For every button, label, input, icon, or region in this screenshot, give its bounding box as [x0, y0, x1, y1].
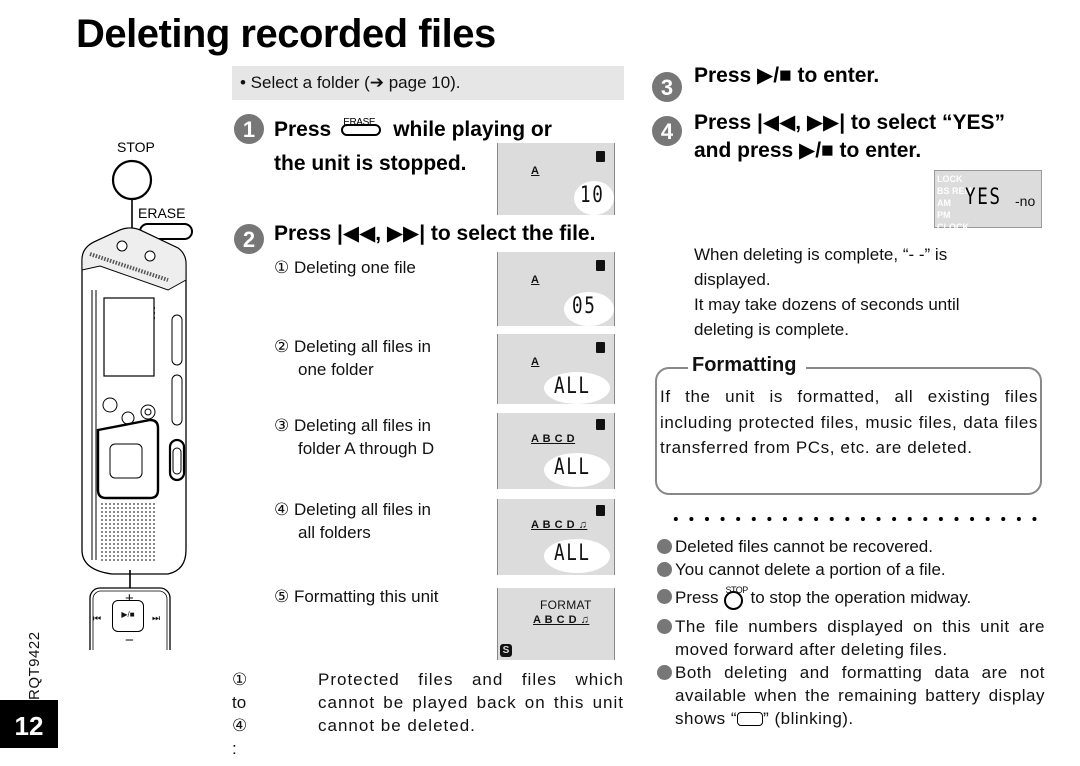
- pad-minus: −: [125, 632, 134, 649]
- stop-button-icon: [111, 159, 153, 201]
- note-text-before: Both deleting and formatting data are no…: [675, 663, 1045, 728]
- step-3-heading: Press ▶/■ to enter.: [694, 64, 880, 87]
- lcd-value: ALL: [554, 374, 591, 399]
- lcd-folder: A B C D ♫: [533, 614, 590, 626]
- lcd-step-4: LOCK BS REM AM PM CLOCK YES -no: [934, 170, 1042, 232]
- notes-list: Deleted files cannot be recovered. You c…: [657, 535, 1045, 730]
- lcd-folder: A B C D: [531, 433, 576, 445]
- bullet-icon: [657, 619, 672, 634]
- lcd-alt-value: -no: [1015, 193, 1036, 209]
- note-item: The file numbers displayed on this unit …: [657, 615, 1045, 661]
- completion-line4: deleting is complete.: [694, 320, 849, 339]
- step-3-badge: 3: [652, 72, 682, 102]
- trash-icon: [596, 342, 605, 353]
- formatting-title: Formatting: [688, 354, 807, 377]
- step-1-text-after: while playing or: [393, 118, 552, 141]
- step-2-heading: Press |◀◀, ▶▶| to select the file.: [274, 222, 596, 245]
- option-delete-folder: ② Deleting all files in one folder: [274, 335, 431, 381]
- lcd-option-2: A ALL: [497, 334, 615, 404]
- voice-recorder-illustration: STOP ERASE: [81, 139, 193, 650]
- step-4-heading-line2: and press ▶/■ to enter.: [694, 139, 922, 162]
- lcd-folder: A: [531, 165, 540, 177]
- step-1-line2: the unit is stopped.: [274, 152, 467, 175]
- step-1-text-before: Press: [274, 118, 332, 141]
- lcd-s-badge: S: [500, 644, 512, 657]
- note-text-after: to stop the operation midway.: [750, 588, 972, 607]
- pad-skip-back-icon: ⏮: [93, 613, 102, 623]
- option-delete-one-file: ① Deleting one file: [274, 258, 416, 277]
- note-item: Press STOP to stop the operation midway.: [657, 585, 1045, 610]
- lcd-value: 10: [580, 183, 605, 208]
- note-text-after: ” (blinking).: [763, 709, 854, 728]
- pad-center-button: ▶/■: [112, 600, 144, 632]
- completion-note: When deleting is complete, “- -” is disp…: [694, 242, 1034, 342]
- option-line2: folder A through D: [298, 439, 435, 458]
- option-line1: ④ Deleting all files in: [274, 500, 431, 519]
- lcd-option-5: FORMAT A B C D ♫ S: [497, 588, 615, 660]
- note-text: The file numbers displayed on this unit …: [675, 617, 1045, 659]
- completion-line2: displayed.: [694, 270, 771, 289]
- bullet-icon: [657, 562, 672, 577]
- stop-button-icon: STOP: [722, 585, 748, 610]
- lcd-option-1: A 05: [497, 252, 615, 326]
- option-line1: ② Deleting all files in: [274, 337, 431, 356]
- lcd-folder: A B C D ♫: [531, 519, 588, 531]
- document-code: RQT9422: [26, 631, 43, 700]
- prerequisite-note: • Select a folder (➔ page 10).: [232, 66, 624, 100]
- option-line2: all folders: [298, 523, 371, 542]
- footnote-label: ① to ④ :: [232, 670, 248, 758]
- erase-button-icon: ERASE: [339, 112, 385, 138]
- trash-icon: [596, 260, 605, 271]
- lcd-folder: A: [531, 274, 540, 286]
- lcd-step-1: A 10: [497, 143, 615, 215]
- trash-icon: [596, 151, 605, 162]
- trash-icon: [596, 505, 605, 516]
- step-2-badge: 2: [234, 224, 264, 254]
- formatting-body: If the unit is formatted, all existing f…: [660, 387, 1038, 457]
- note-item: Deleted files cannot be recovered.: [657, 535, 1045, 558]
- option-line2: one folder: [298, 360, 374, 379]
- note-text: You cannot delete a portion of a file.: [675, 560, 946, 579]
- lcd-option-4: A B C D ♫ ALL: [497, 499, 615, 575]
- note-text-before: Press: [675, 588, 719, 607]
- lcd-value: FORMAT: [540, 598, 592, 612]
- option-line1: ③ Deleting all files in: [274, 416, 431, 435]
- note-text: Deleted files cannot be recovered.: [675, 537, 933, 556]
- stop-label: STOP: [117, 139, 155, 155]
- option-delete-folders-a-d: ③ Deleting all files in folder A through…: [274, 414, 434, 460]
- footnote-text: Protected files and files which cannot b…: [318, 670, 624, 735]
- lcd-value: ALL: [554, 541, 591, 566]
- step-1-heading: Press ERASE while playing or: [274, 112, 552, 144]
- step-4-badge: 4: [652, 116, 682, 146]
- lcd-option-3: A B C D ALL: [497, 413, 615, 489]
- note-item: Both deleting and formatting data are no…: [657, 661, 1045, 730]
- lcd-folder: A: [531, 356, 540, 368]
- step-1-badge: 1: [234, 114, 264, 144]
- pad-skip-forward-icon: ⏭: [152, 613, 161, 623]
- option-delete-all-folders: ④ Deleting all files in all folders: [274, 498, 431, 544]
- dotted-divider: [668, 516, 1046, 522]
- lcd-value: 05: [572, 294, 597, 319]
- bullet-icon: [657, 539, 672, 554]
- note-item: You cannot delete a portion of a file.: [657, 558, 1045, 581]
- page-title: Deleting recorded files: [76, 12, 496, 56]
- bullet-icon: [657, 665, 672, 680]
- completion-line1: When deleting is complete, “- -” is: [694, 245, 948, 264]
- battery-icon: [737, 712, 764, 726]
- bullet-icon: [657, 589, 672, 604]
- erase-label: ERASE: [138, 205, 185, 221]
- pad-play-stop-icon: ▶/■: [121, 610, 135, 619]
- step-4-heading-line1: Press |◀◀, ▶▶| to select “YES”: [694, 111, 1005, 134]
- option-format: ⑤ Formatting this unit: [274, 587, 439, 606]
- page-number: 12: [0, 700, 58, 748]
- completion-line3: It may take dozens of seconds until: [694, 295, 960, 314]
- trash-icon: [596, 419, 605, 430]
- lcd-value: ALL: [554, 455, 591, 480]
- lcd-value: YES: [965, 185, 1002, 210]
